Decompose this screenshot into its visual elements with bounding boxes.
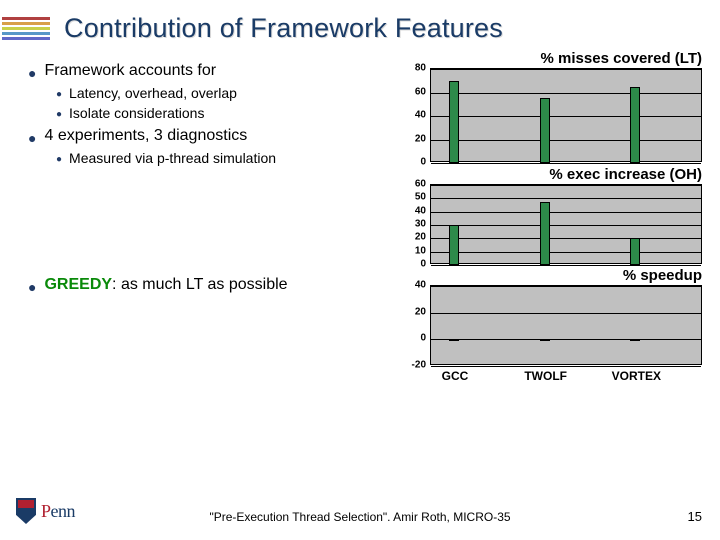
page-number: 15	[688, 509, 702, 524]
content-area: ● Framework accounts for ● Latency, over…	[28, 62, 398, 299]
title-decor-icon	[2, 8, 50, 48]
bullet-greedy-text: GREEDY: as much LT as possible	[44, 276, 287, 294]
charts-column: % misses covered (LT) 020406080 % exec i…	[400, 54, 712, 401]
ytick-label: 60	[400, 86, 426, 97]
bar	[630, 339, 640, 341]
ytick-label: 50	[400, 192, 426, 203]
xlabel: TWOLF	[501, 369, 591, 383]
bullet-1a-text: Latency, overhead, overlap	[69, 85, 237, 101]
bar	[449, 81, 459, 163]
title-bar: Contribution of Framework Features	[0, 6, 720, 50]
chart-lt-title: % misses covered (LT)	[541, 50, 702, 67]
bar	[449, 339, 459, 341]
bar	[449, 225, 459, 265]
slide-title: Contribution of Framework Features	[64, 13, 503, 44]
bullet-1: ● Framework accounts for	[28, 62, 398, 81]
bullet-1b: ● Isolate considerations	[56, 105, 398, 121]
ytick-label: 20	[400, 306, 426, 317]
xlabel: GCC	[410, 369, 500, 383]
chart-lt: % misses covered (LT) 020406080	[400, 54, 708, 164]
ytick-label: 20	[400, 232, 426, 243]
bullet-icon: ●	[56, 154, 62, 165]
ytick-label: 80	[400, 63, 426, 74]
xlabel: VORTEX	[591, 369, 681, 383]
bullet-2a-text: Measured via p-thread simulation	[69, 150, 276, 166]
bullet-1b-text: Isolate considerations	[69, 105, 204, 121]
ytick-label: 0	[400, 259, 426, 270]
ytick-label: 40	[400, 110, 426, 121]
bar	[630, 238, 640, 265]
chart-speedup-plot	[430, 285, 702, 365]
ytick-label: 40	[400, 205, 426, 216]
bullet-1a: ● Latency, overhead, overlap	[56, 85, 398, 101]
bar	[540, 339, 550, 341]
ytick-label: 10	[400, 245, 426, 256]
chart-speedup: % speedup -2002040 GCCTWOLFVORTEX	[400, 271, 708, 401]
bar	[540, 202, 550, 265]
bullet-icon: ●	[28, 65, 36, 81]
ytick-label: 60	[400, 179, 426, 190]
chart-speedup-title: % speedup	[623, 267, 702, 284]
ytick-label: 20	[400, 133, 426, 144]
bullet-icon: ●	[28, 130, 36, 146]
ytick-label: 0	[400, 157, 426, 168]
chart-oh-plot	[430, 184, 702, 264]
greedy-label: GREEDY	[44, 276, 112, 293]
chart-oh-title: % exec increase (OH)	[549, 166, 702, 183]
bullet-2a: ● Measured via p-thread simulation	[56, 150, 398, 166]
bullet-icon: ●	[56, 109, 62, 120]
greedy-rest: : as much LT as possible	[112, 276, 288, 293]
footer-citation: "Pre-Execution Thread Selection". Amir R…	[0, 510, 720, 524]
ytick-label: 0	[400, 333, 426, 344]
chart-lt-plot	[430, 68, 702, 162]
bar	[540, 98, 550, 163]
bullet-greedy: ● GREEDY: as much LT as possible	[28, 276, 398, 295]
chart-oh: % exec increase (OH) 0102030405060	[400, 170, 708, 265]
bullet-1-text: Framework accounts for	[44, 62, 216, 80]
ytick-label: 30	[400, 219, 426, 230]
bullet-icon: ●	[56, 89, 62, 100]
bar	[630, 87, 640, 163]
bullet-2: ● 4 experiments, 3 diagnostics	[28, 127, 398, 146]
ytick-label: 40	[400, 280, 426, 291]
bullet-2-text: 4 experiments, 3 diagnostics	[44, 127, 247, 145]
bullet-icon: ●	[28, 279, 36, 295]
